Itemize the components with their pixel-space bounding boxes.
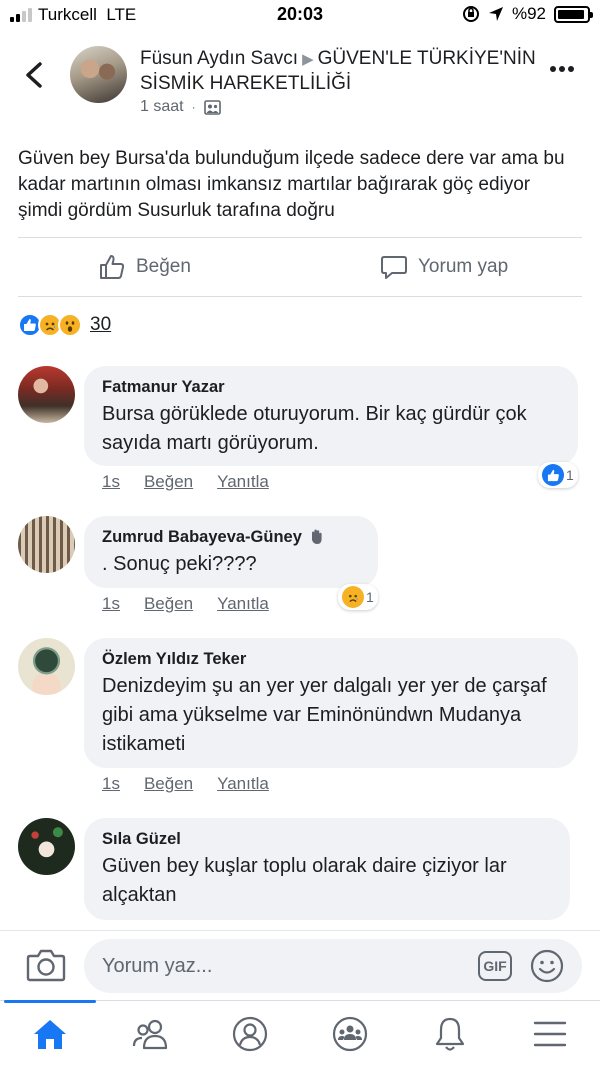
like-label: Beğen <box>136 256 191 277</box>
comment-reply-button[interactable]: Yanıtla <box>217 774 269 794</box>
like-icon <box>542 464 564 486</box>
comment-like-button[interactable]: Beğen <box>144 774 193 794</box>
commenter-name[interactable]: Sıla Güzel <box>102 828 552 850</box>
comment-text: Güven bey kuşlar toplu olarak daire çizi… <box>102 855 507 906</box>
comment-bubble[interactable]: Sıla Güzel Güven bey kuşlar toplu olarak… <box>84 818 570 920</box>
comment-text: Denizdeyim şu an yer yer dalgalı yer yer… <box>102 675 547 755</box>
comment-time[interactable]: 1s <box>102 472 120 492</box>
author-name-link[interactable]: Füsun Aydın Savcı <box>140 48 298 69</box>
reactions-summary[interactable]: 30 <box>18 313 111 337</box>
comment-reaction-badge[interactable]: 1 <box>538 462 578 488</box>
chevron-left-icon <box>26 62 42 88</box>
comment-text: . Sonuç peki???? <box>102 553 257 575</box>
tab-friends[interactable] <box>100 1001 200 1066</box>
comment-bubble-icon <box>381 256 407 279</box>
comment-actions: 1s Beğen Yanıtla <box>102 472 269 492</box>
like-button[interactable]: Beğen <box>18 238 300 296</box>
profile-icon <box>232 1016 268 1051</box>
comment-actions: 1s Beğen Yanıtla <box>102 774 269 794</box>
friends-icon <box>132 1019 168 1049</box>
menu-icon <box>533 1021 567 1046</box>
comment-label: Yorum yap <box>418 256 509 277</box>
groups-icon <box>332 1016 368 1051</box>
thumbs-up-icon <box>100 255 125 279</box>
post-actions: Beğen Yorum yap <box>18 238 582 296</box>
emoji-button[interactable] <box>530 949 564 983</box>
comment-actions: 1s Beğen Yanıtla <box>102 594 269 614</box>
comment-reply-button[interactable]: Yanıtla <box>217 594 269 614</box>
notifications-icon <box>435 1017 465 1051</box>
smiley-icon <box>530 949 564 983</box>
comment-bubble[interactable]: Zumrud Babayeva-Güney . Sonuç peki???? <box>84 516 378 588</box>
comment-reaction-count: 1 <box>566 467 574 483</box>
battery-percent: %92 <box>511 4 546 23</box>
divider <box>18 296 582 297</box>
tab-home[interactable] <box>0 1000 100 1066</box>
post-title: Füsun Aydın Savcı ▶ GÜVEN'LE TÜRKİYE'NİN S… <box>140 47 540 96</box>
post-meta: 1 saat · <box>140 98 221 116</box>
tab-notifications[interactable] <box>400 1001 500 1066</box>
home-icon <box>34 1019 66 1049</box>
camera-icon <box>26 949 66 982</box>
location-arrow-icon <box>488 7 503 21</box>
status-indicators: %92 <box>462 4 593 24</box>
orientation-lock-icon <box>462 6 479 22</box>
commenter-name[interactable]: Zumrud Babayeva-Güney <box>102 526 302 548</box>
commenter-avatar[interactable] <box>18 516 75 573</box>
comment-composer: GIF <box>0 930 600 1000</box>
wave-hand-icon <box>311 529 322 544</box>
wow-icon <box>58 313 82 337</box>
camera-button[interactable] <box>26 947 66 983</box>
group-audience-icon <box>203 100 221 115</box>
post-body: Güven bey Bursa'da bulunduğum ilçede sad… <box>18 148 565 221</box>
commenter-avatar[interactable] <box>18 638 75 695</box>
comment-reply-button[interactable]: Yanıtla <box>217 472 269 492</box>
tab-profile[interactable] <box>200 1001 300 1066</box>
commenter-name-row: Zumrud Babayeva-Güney <box>102 526 360 548</box>
comment-like-button[interactable]: Beğen <box>144 472 193 492</box>
comment-like-button[interactable]: Beğen <box>144 594 193 614</box>
author-avatar[interactable] <box>70 46 127 103</box>
comment-text: Bursa görüklede oturuyorum. Bir kaç gürd… <box>102 403 527 454</box>
comment-bubble[interactable]: Özlem Yıldız Teker Denizdeyim şu an yer … <box>84 638 578 768</box>
bottom-tab-bar <box>0 1000 600 1066</box>
more-options-button[interactable] <box>550 66 574 72</box>
comment-time[interactable]: 1s <box>102 774 120 794</box>
commenter-name[interactable]: Özlem Yıldız Teker <box>102 648 560 670</box>
post-timestamp[interactable]: 1 saat <box>140 98 184 116</box>
back-button[interactable] <box>20 60 48 90</box>
reactions-count: 30 <box>90 314 112 335</box>
ellipsis-icon <box>550 66 556 72</box>
sad-icon <box>342 586 364 608</box>
comment-button[interactable]: Yorum yap <box>300 238 582 296</box>
comment-time[interactable]: 1s <box>102 594 120 614</box>
commenter-name[interactable]: Fatmanur Yazar <box>102 376 560 398</box>
gif-button[interactable]: GIF <box>478 951 512 981</box>
comment-bubble[interactable]: Fatmanur Yazar Bursa görüklede oturuyoru… <box>84 366 578 466</box>
caret-right-icon: ▶ <box>302 51 314 68</box>
commenter-avatar[interactable] <box>18 366 75 423</box>
comment-reaction-badge[interactable]: 1 <box>338 584 378 610</box>
comment-reaction-count: 1 <box>366 589 374 605</box>
battery-icon <box>554 5 593 23</box>
commenter-avatar[interactable] <box>18 818 75 875</box>
tab-groups[interactable] <box>300 1001 400 1066</box>
status-bar: Turkcell LTE 20:03 %92 <box>0 0 600 30</box>
tab-menu[interactable] <box>500 1001 600 1066</box>
